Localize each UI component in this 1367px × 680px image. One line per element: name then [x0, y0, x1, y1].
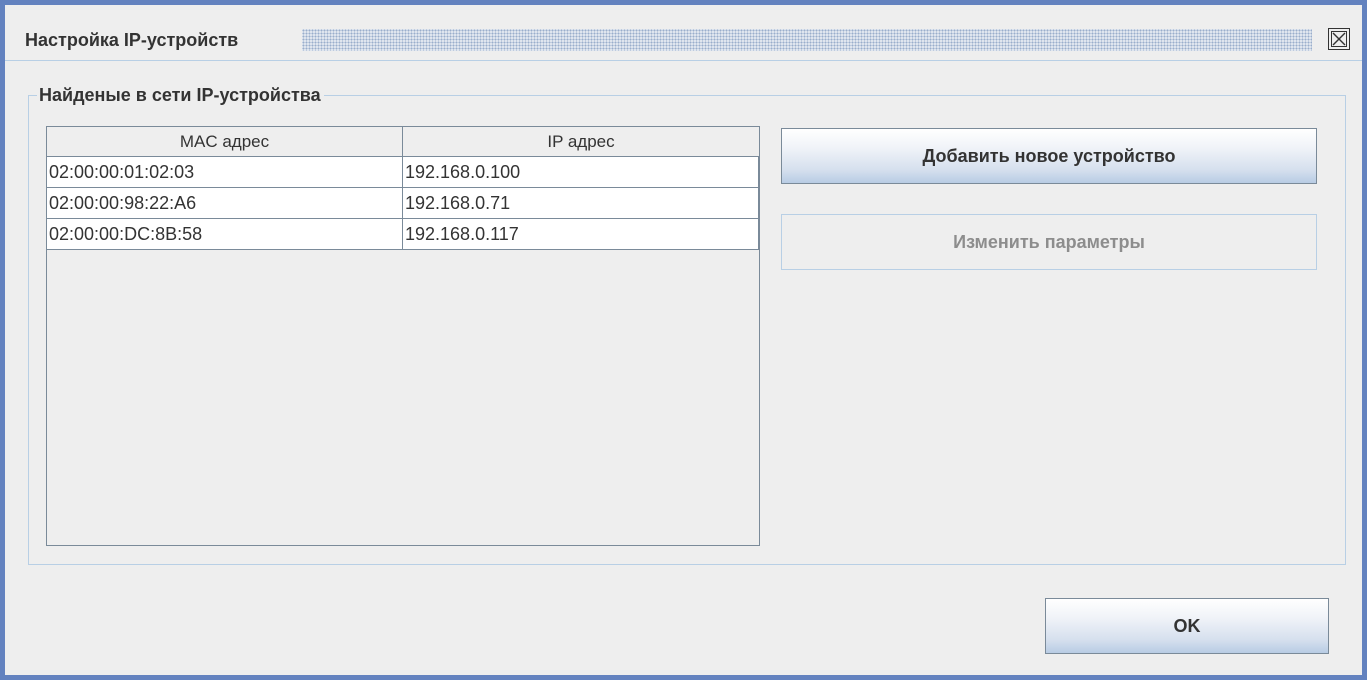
table-header: MAC адрес IP адрес	[47, 127, 759, 157]
table-body: 02:00:00:01:02:03 192.168.0.100 02:00:00…	[47, 157, 759, 250]
column-header-ip[interactable]: IP адрес	[403, 127, 759, 157]
close-icon	[1331, 31, 1347, 47]
title-bar[interactable]: Настройка IP-устройств	[5, 5, 1362, 61]
add-device-button[interactable]: Добавить новое устройство	[781, 128, 1317, 184]
title-bar-grip[interactable]	[302, 29, 1312, 51]
groupbox-title: Найденые в сети IP-устройства	[37, 83, 324, 107]
ip-cell[interactable]: 192.168.0.100	[403, 157, 759, 188]
mac-cell[interactable]: 02:00:00:98:22:A6	[47, 188, 403, 219]
mac-cell[interactable]: 02:00:00:DC:8B:58	[47, 219, 403, 250]
devices-groupbox: Найденые в сети IP-устройства MAC адрес …	[28, 83, 1346, 565]
table-row[interactable]: 02:00:00:01:02:03 192.168.0.100	[47, 157, 759, 188]
ip-cell[interactable]: 192.168.0.71	[403, 188, 759, 219]
column-header-mac[interactable]: MAC адрес	[47, 127, 403, 157]
table-row[interactable]: 02:00:00:98:22:A6 192.168.0.71	[47, 188, 759, 219]
dialog-window: Настройка IP-устройств Найденые в сети I…	[0, 0, 1367, 680]
mac-cell[interactable]: 02:00:00:01:02:03	[47, 157, 403, 188]
ok-button[interactable]: OK	[1045, 598, 1329, 654]
window-title: Настройка IP-устройств	[25, 30, 239, 50]
table-row[interactable]: 02:00:00:DC:8B:58 192.168.0.117	[47, 219, 759, 250]
devices-table[interactable]: MAC адрес IP адрес 02:00:00:01:02:03 192…	[46, 126, 760, 546]
close-button[interactable]	[1328, 28, 1350, 50]
edit-parameters-button[interactable]: Изменить параметры	[781, 214, 1317, 270]
ip-cell[interactable]: 192.168.0.117	[403, 219, 759, 250]
dialog-content: Найденые в сети IP-устройства MAC адрес …	[5, 61, 1362, 675]
